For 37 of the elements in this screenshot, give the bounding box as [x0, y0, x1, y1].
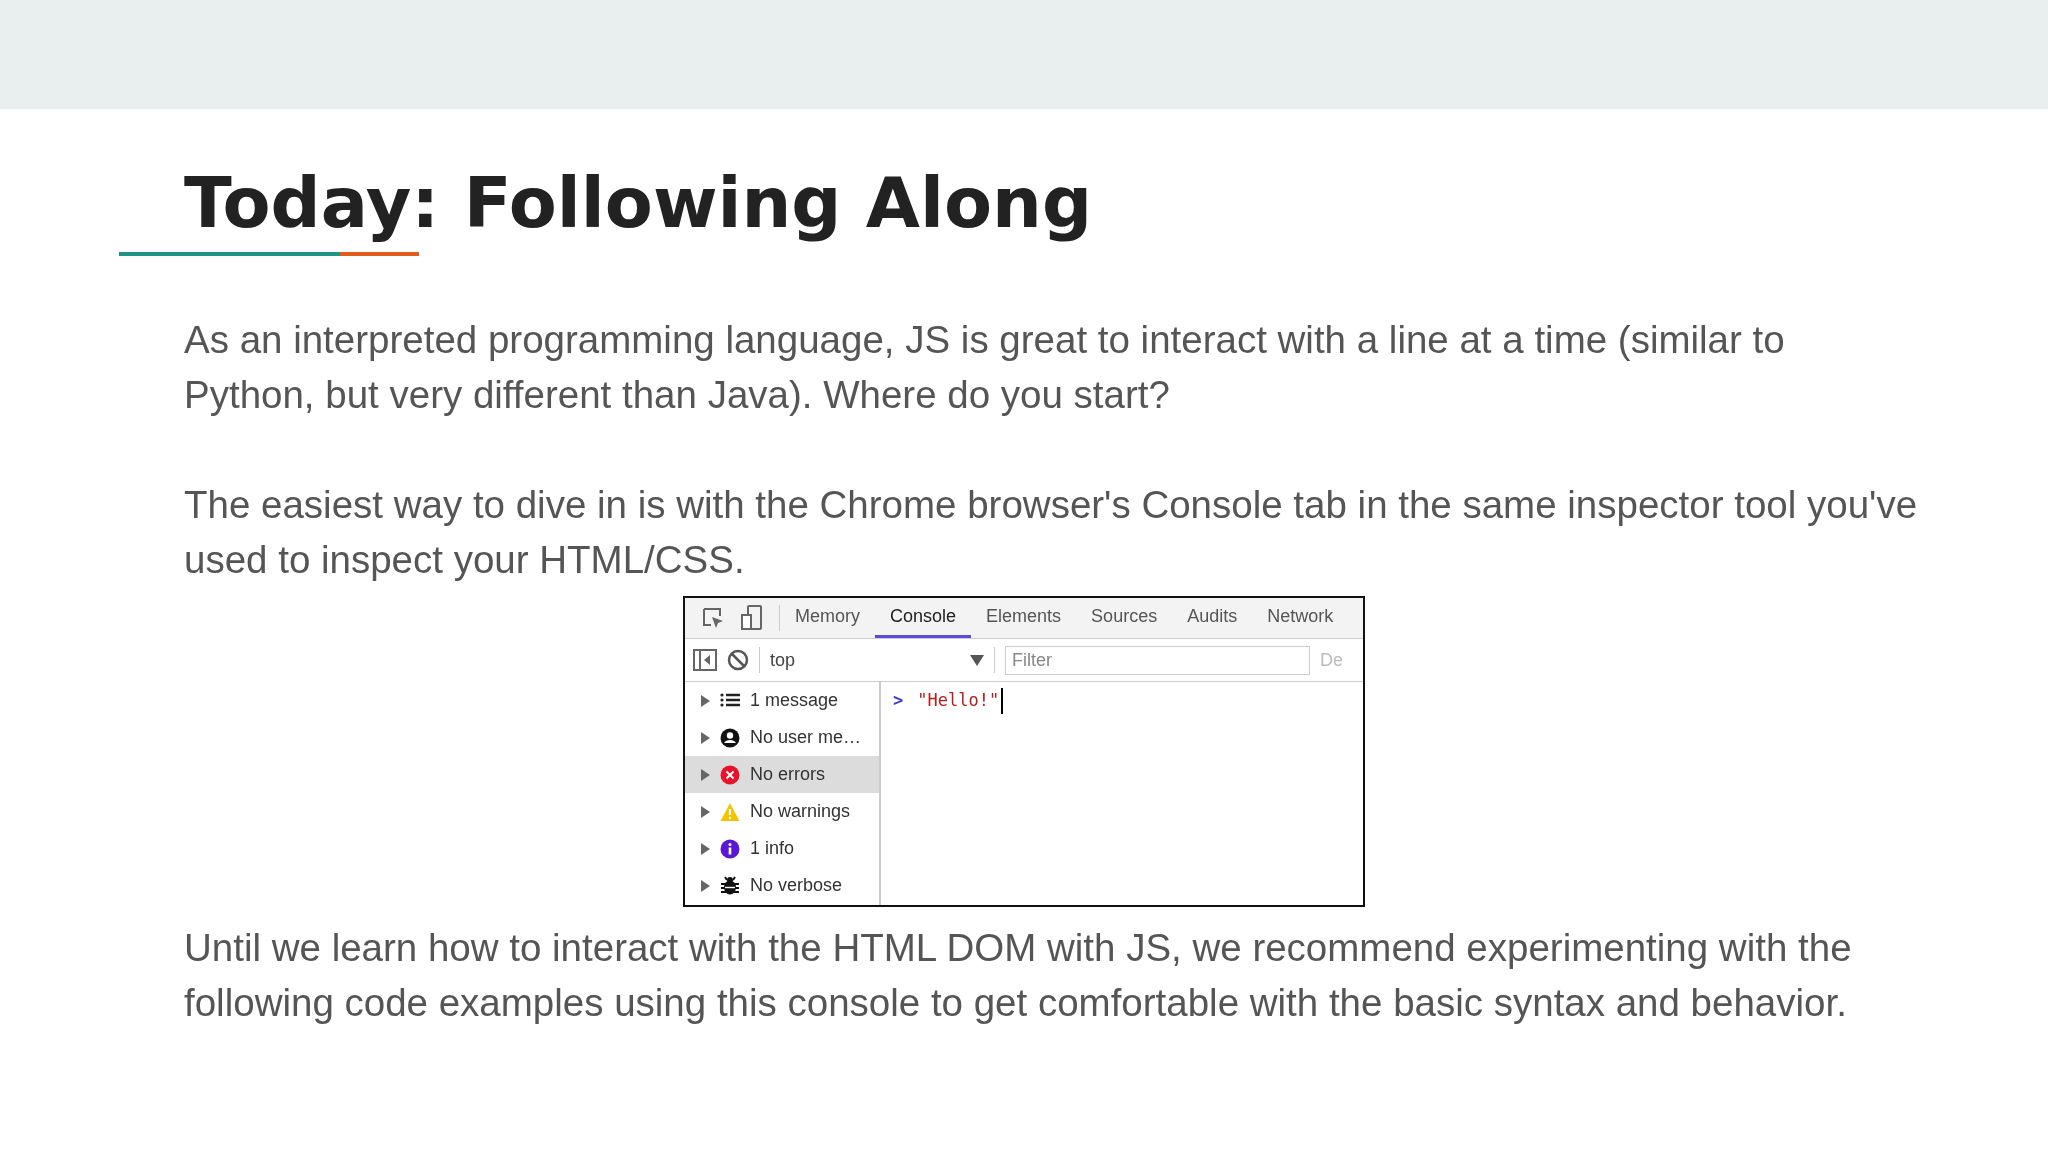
- sidebar-item[interactable]: No warnings: [685, 793, 879, 830]
- paragraph: The easiest way to dive in is with the Chrome browser's Console tab in the same inspector tool you've used to inspect your HTML/CSS.: [184, 482, 1919, 583]
- sidebar-item[interactable]: 1 info: [685, 830, 879, 867]
- slide-title: Today: Following Along: [184, 165, 1094, 242]
- user-icon: [720, 727, 740, 748]
- error-icon: [720, 764, 740, 785]
- expand-arrow-icon[interactable]: [701, 879, 710, 892]
- dropdown-arrow-icon[interactable]: [970, 654, 984, 666]
- sidebar-item[interactable]: No errors: [685, 756, 879, 793]
- sidebar-item[interactable]: 1 message: [685, 682, 879, 719]
- inspect-cursor-icon[interactable]: [701, 606, 725, 630]
- expand-arrow-icon[interactable]: [701, 805, 710, 818]
- context-selector[interactable]: top: [770, 646, 960, 674]
- devtools-tab[interactable]: Audits: [1172, 598, 1253, 638]
- paragraph: Until we learn how to interact with the HTML DOM with JS, we recommend experimenting with the following code examples using this console to get comfortable with the basic syntax and behavior.: [184, 925, 1853, 1026]
- paragraph: As an interpreted programming language, JS is great to interact with a line at a time (similar to Python, but very different than Java). Where do you start?: [184, 317, 1786, 418]
- filter-field[interactable]: Filter: [1005, 645, 1310, 675]
- sidebar-toggle-icon[interactable]: [693, 649, 717, 671]
- devtools-tab[interactable]: Memory: [780, 598, 875, 638]
- truncated-label: De: [1320, 648, 1343, 672]
- block-icon[interactable]: [727, 649, 749, 671]
- warning-icon: [720, 801, 740, 822]
- expand-arrow-icon[interactable]: [701, 694, 710, 707]
- device-icon[interactable]: [741, 605, 763, 631]
- devtools-tab[interactable]: Sources: [1076, 598, 1173, 638]
- expand-arrow-icon[interactable]: [701, 768, 710, 781]
- devtools-tab[interactable]: Console: [875, 598, 972, 638]
- sidebar-item[interactable]: No user me…: [685, 719, 879, 756]
- bug-icon: [720, 875, 740, 896]
- expand-arrow-icon[interactable]: [701, 842, 710, 855]
- sidebar-item[interactable]: No verbose: [685, 867, 879, 904]
- devtools-tab[interactable]: Elements: [971, 598, 1077, 638]
- devtools-tab[interactable]: Network: [1252, 598, 1349, 638]
- info-icon: [720, 838, 740, 859]
- expand-arrow-icon[interactable]: [701, 731, 710, 744]
- console-input[interactable]: "Hello!": [917, 688, 1004, 714]
- prompt-symbol: >: [893, 689, 904, 712]
